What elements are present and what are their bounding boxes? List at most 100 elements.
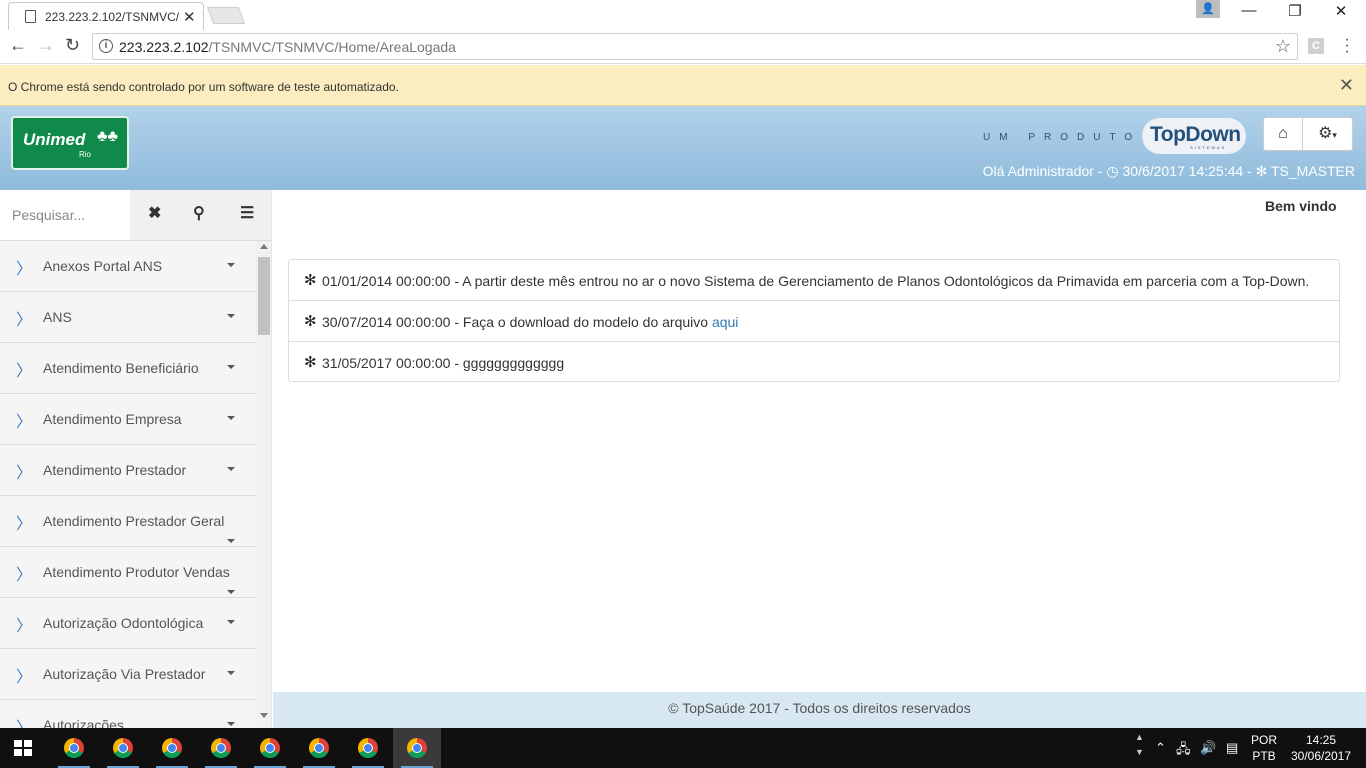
asterisk-icon: ✻ (304, 272, 317, 289)
taskbar-chrome-8[interactable] (393, 728, 441, 768)
sidebar-item-label: Atendimento Empresa (43, 411, 182, 427)
sidebar-scrollbar[interactable] (256, 241, 271, 728)
caret-down-icon (227, 671, 235, 675)
news-item: ✻ 31/05/2017 00:00:00 - ggggggggggggg (289, 342, 1339, 383)
app-header: Unimed ♣♣ Rio UM PRODUTO: TopDown SISTEM… (0, 106, 1366, 190)
caret-down-icon (227, 365, 235, 369)
taskbar-chrome-3[interactable] (148, 728, 196, 768)
chevron-right-icon: 〉 (16, 618, 33, 635)
automation-infobar: O Chrome está sendo controlado por um so… (0, 65, 1366, 106)
page-footer: © TopSaúde 2017 - Todos os direitos rese… (273, 692, 1366, 728)
sidebar-item-atendimento-empresa[interactable]: 〉 Atendimento Empresa (0, 394, 256, 445)
browser-tab[interactable]: 223.223.2.102/TSNMVC/ ✕ (8, 2, 204, 30)
news-panel: ✻ 01/01/2014 00:00:00 - A partir deste m… (288, 259, 1340, 382)
sidebar-item-autorizacoes[interactable]: 〉 Autorizações (0, 700, 256, 728)
chevron-right-icon: 〉 (16, 465, 33, 482)
unimed-logo[interactable]: Unimed ♣♣ Rio (11, 116, 129, 170)
taskbar-chrome-6[interactable] (295, 728, 343, 768)
download-link[interactable]: aqui (712, 314, 738, 330)
search-icon[interactable]: ⚲ (193, 203, 205, 223)
extension-icon[interactable]: C (1308, 38, 1324, 54)
sidebar-menu: 〉 Anexos Portal ANS 〉 ANS 〉 Atendimento … (0, 241, 256, 728)
taskbar-chrome-7[interactable] (344, 728, 392, 768)
sidebar-item-ans[interactable]: 〉 ANS (0, 292, 256, 343)
sidebar-item-label: Autorização Odontológica (43, 615, 204, 631)
tab-title: 223.223.2.102/TSNMVC/ (45, 10, 180, 24)
chevron-right-icon: 〉 (16, 312, 33, 329)
reload-icon[interactable]: ↻ (65, 35, 80, 56)
sidebar-item-label: Atendimento Produtor Vendas (43, 564, 230, 580)
user-code: TS_MASTER (1270, 163, 1355, 179)
volume-icon[interactable]: 🔊 (1200, 740, 1216, 756)
scroll-thumb[interactable] (258, 257, 270, 335)
infobar-close-icon[interactable]: ✕ (1339, 75, 1354, 96)
sidebar-item-anexos-portal-ans[interactable]: 〉 Anexos Portal ANS (0, 241, 256, 292)
chrome-icon (407, 738, 427, 758)
clock[interactable]: 14:25 30/06/2017 (1288, 732, 1354, 764)
address-bar[interactable]: i 223.223.2.102/TSNMVC/TSNMVC/Home/AreaL… (92, 33, 1298, 60)
info-icon[interactable]: i (99, 39, 113, 53)
lang-bottom: PTB (1252, 749, 1276, 763)
profile-icon[interactable]: 👤 (1196, 0, 1220, 18)
chevron-right-icon: 〉 (16, 669, 33, 686)
sidebar: ✖ ⚲ ☰ 〉 Anexos Portal ANS 〉 ANS 〉 Atendi… (0, 190, 272, 728)
settings-dropdown-button[interactable]: ⚙▾ (1302, 117, 1353, 151)
browser-menu-icon[interactable]: · · · (1342, 32, 1352, 60)
product-label: UM PRODUTO: (983, 132, 1153, 143)
restore-button[interactable]: ❐ (1272, 2, 1318, 20)
close-window-button[interactable]: ✕ (1318, 2, 1364, 20)
sidebar-item-label: Anexos Portal ANS (43, 258, 163, 274)
home-button[interactable]: ⌂ (1263, 117, 1303, 151)
sidebar-item-autorizacao-via-prestador[interactable]: 〉 Autorização Via Prestador (0, 649, 256, 700)
caret-down-icon (227, 416, 235, 420)
minimize-button[interactable]: — (1226, 2, 1272, 19)
sidebar-item-label: Atendimento Prestador (43, 462, 187, 478)
greeting-text: Olá Administrador - (982, 163, 1107, 179)
back-icon[interactable]: ← (9, 35, 27, 56)
sidebar-item-label: ANS (43, 309, 72, 325)
browser-toolbar: ← → ↻ i 223.223.2.102/TSNMVC/TSNMVC/Home… (0, 30, 1366, 64)
forward-icon[interactable]: → (37, 35, 55, 56)
clock-icon: ◷ (1106, 163, 1123, 179)
clear-search-icon[interactable]: ✖ (148, 203, 161, 223)
clock-time: 14:25 (1305, 733, 1337, 747)
lang-top: POR (1250, 733, 1277, 747)
hamburger-menu-icon[interactable]: ☰ (240, 203, 254, 223)
taskbar-chrome-4[interactable] (197, 728, 245, 768)
chevron-right-icon: 〉 (16, 414, 33, 431)
chrome-icon (260, 738, 280, 758)
scroll-down-icon[interactable] (260, 713, 268, 718)
asterisk-icon: ✻ (304, 313, 317, 330)
new-tab-button[interactable] (206, 7, 246, 24)
chrome-icon (211, 738, 231, 758)
caret-down-icon (227, 590, 235, 594)
search-input[interactable] (0, 190, 130, 240)
windows-taskbar: ▲ ▼ ⌃ 🖧 🔊 ▤ POR PTB 14:25 30/06/2017 (0, 728, 1366, 768)
taskbar-scroll-icon[interactable]: ▲ ▼ (1135, 730, 1144, 760)
bookmark-star-icon[interactable]: ☆ (1275, 36, 1291, 57)
sidebar-item-autorizacao-odontologica[interactable]: 〉 Autorização Odontológica (0, 598, 256, 649)
news-text: 30/07/2014 00:00:00 - Faça o download do… (322, 314, 712, 330)
sidebar-item-atendimento-prestador-geral[interactable]: 〉 Atendimento Prestador Geral (0, 496, 256, 547)
taskbar-chrome-5[interactable] (246, 728, 294, 768)
network-icon[interactable]: 🖧 (1176, 740, 1191, 762)
scroll-up-icon[interactable] (260, 244, 268, 249)
logo-text: Unimed (23, 130, 86, 149)
login-datetime: 30/6/2017 14:25:44 - (1122, 163, 1256, 179)
input-language[interactable]: POR PTB (1250, 732, 1278, 764)
sidebar-item-atendimento-prestador[interactable]: 〉 Atendimento Prestador (0, 445, 256, 496)
sidebar-item-atendimento-beneficiario[interactable]: 〉 Atendimento Beneficiário (0, 343, 256, 394)
asterisk-icon: ✻ (304, 354, 317, 371)
taskbar-chrome-2[interactable] (99, 728, 147, 768)
keyboard-icon[interactable]: ▤ (1226, 740, 1238, 756)
user-greeting: Olá Administrador - ◷ 30/6/2017 14:25:44… (983, 163, 1355, 180)
chevron-right-icon: 〉 (16, 516, 33, 533)
home-icon: ⌂ (1278, 125, 1288, 142)
windows-start-icon[interactable] (14, 740, 32, 756)
close-tab-icon[interactable]: ✕ (183, 8, 196, 26)
taskbar-chrome-1[interactable] (50, 728, 98, 768)
sidebar-item-atendimento-produtor-vendas[interactable]: 〉 Atendimento Produtor Vendas (0, 547, 256, 598)
chevron-right-icon: 〉 (16, 714, 32, 728)
chevron-right-icon: 〉 (16, 363, 33, 380)
show-hidden-icons[interactable]: ⌃ (1155, 740, 1166, 756)
